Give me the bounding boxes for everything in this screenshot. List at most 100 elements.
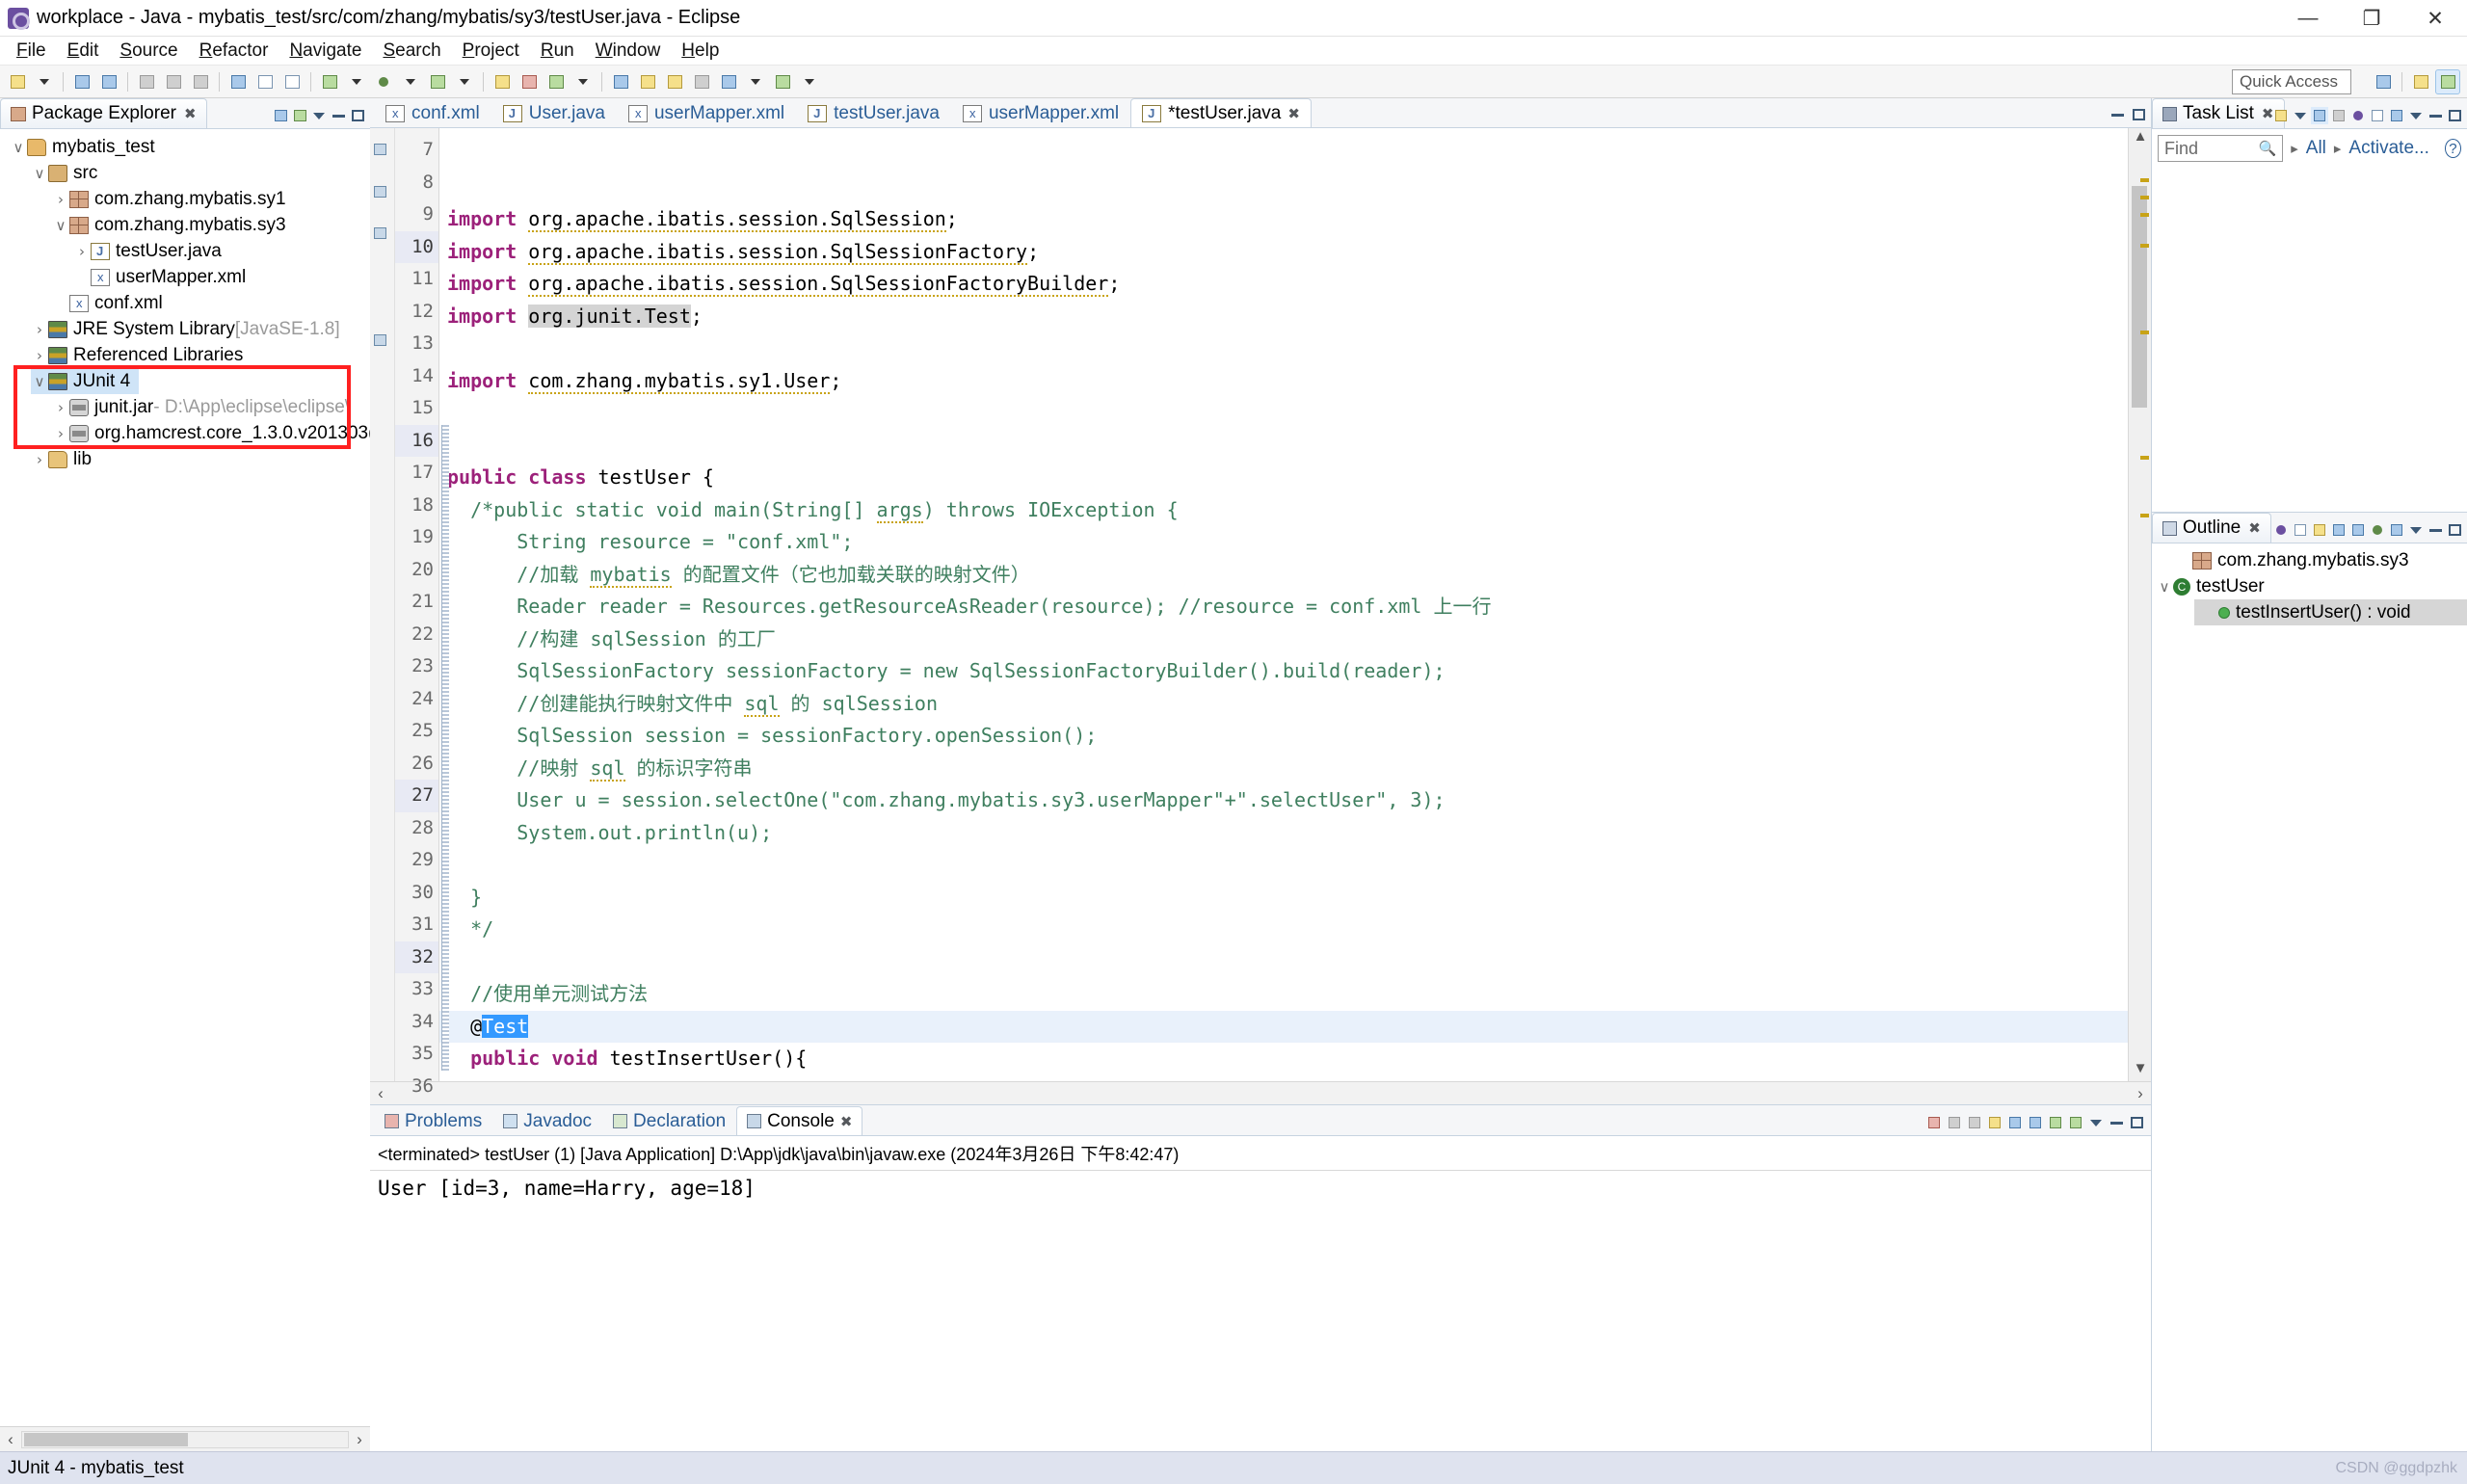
save-icon[interactable] xyxy=(69,69,94,94)
scroll-up-icon[interactable]: ▲ xyxy=(2129,128,2152,149)
next-annotation-icon[interactable] xyxy=(635,69,660,94)
tree-item[interactable]: ∨ src xyxy=(0,160,370,186)
package-explorer-hscrollbar[interactable]: ‹ › xyxy=(0,1426,370,1451)
last-edit-icon[interactable] xyxy=(689,69,714,94)
console-tab[interactable]: Javadoc xyxy=(492,1106,602,1135)
code-line[interactable]: String resource = "conf.xml"; xyxy=(439,526,2128,559)
quick-access-input[interactable]: Quick Access xyxy=(2232,69,2351,94)
code-line[interactable]: import org.apache.ibatis.session.SqlSess… xyxy=(439,203,2128,236)
minimize-button[interactable]: — xyxy=(2276,0,2340,37)
clear-console-icon[interactable] xyxy=(1986,1114,2003,1131)
maximize-editor-icon[interactable] xyxy=(2130,106,2147,123)
console-view-menu-icon[interactable] xyxy=(2087,1114,2105,1131)
hide-nonpublic-icon[interactable] xyxy=(2369,521,2386,539)
expand-arrow-icon[interactable]: › xyxy=(52,399,69,416)
view-menu-icon[interactable] xyxy=(310,107,328,124)
code-line[interactable] xyxy=(439,397,2128,430)
terminate-icon[interactable] xyxy=(1925,1114,1943,1131)
folding-ruler[interactable] xyxy=(439,128,451,1081)
forward-dropdown-icon[interactable] xyxy=(797,69,822,94)
close-icon[interactable]: ✖ xyxy=(840,1113,853,1130)
menu-item-file[interactable]: File xyxy=(6,39,57,64)
scroll-down-icon[interactable]: ▼ xyxy=(2129,1060,2152,1081)
tree-item[interactable]: › Referenced Libraries xyxy=(0,342,370,368)
outline-item[interactable]: testInsertUser() : void xyxy=(2194,599,2467,625)
tree-item[interactable]: ∨ mybatis_test xyxy=(0,134,370,160)
hscroll-thumb[interactable] xyxy=(24,1432,188,1446)
vscroll-thumb[interactable] xyxy=(2132,186,2147,408)
tree-item[interactable]: › org.hamcrest.core_1.3.0.v201303( xyxy=(0,420,370,446)
toggle-mark-occurrences-icon[interactable] xyxy=(252,69,278,94)
code-line[interactable] xyxy=(439,430,2128,463)
tab-package-explorer[interactable]: Package Explorer ✖ xyxy=(0,98,207,128)
menu-item-navigate[interactable]: Navigate xyxy=(279,39,372,64)
paragraph-icon[interactable] xyxy=(279,69,305,94)
categorized-presentation-icon[interactable] xyxy=(2311,107,2328,124)
tree-item[interactable]: › testUser.java xyxy=(0,238,370,264)
expand-arrow-icon[interactable]: › xyxy=(31,321,48,338)
code-line[interactable]: //映射 sql 的标识字符串 xyxy=(439,753,2128,785)
collapse-arrow-icon[interactable]: ∨ xyxy=(2156,578,2173,596)
synchronize-changed-icon[interactable] xyxy=(2388,107,2405,124)
outline-view-menu-icon[interactable] xyxy=(2407,521,2425,539)
new-java-project-icon[interactable] xyxy=(490,69,515,94)
close-icon[interactable]: ✖ xyxy=(2248,519,2261,537)
perspective-java-icon[interactable] xyxy=(2435,69,2460,94)
pin-console-icon[interactable] xyxy=(2027,1114,2044,1131)
new-package-icon[interactable] xyxy=(517,69,542,94)
focus-on-workweek-icon[interactable] xyxy=(2349,107,2367,124)
build-icon[interactable] xyxy=(161,69,186,94)
editor-tab[interactable]: *testUser.java ✖ xyxy=(1130,98,1312,127)
editor-hscrollbar[interactable]: ‹ › xyxy=(370,1081,2151,1104)
collapse-all-outline-icon[interactable] xyxy=(2292,521,2309,539)
tree-item[interactable]: conf.xml xyxy=(0,290,370,316)
code-line[interactable]: System.out.println(u); xyxy=(439,817,2128,850)
annotation-ruler[interactable] xyxy=(370,128,395,1082)
outline-item[interactable]: ∨ CtestUser xyxy=(2152,573,2467,599)
console-output[interactable]: User [id=3, name=Harry, age=18] xyxy=(370,1171,2151,1451)
tree-item[interactable]: ∨ com.zhang.mybatis.sy3 xyxy=(0,212,370,238)
editor-vscrollbar[interactable]: ▲ ▼ xyxy=(2128,128,2152,1082)
code-line[interactable] xyxy=(439,1075,2128,1082)
editor-tab[interactable]: userMapper.xml xyxy=(617,98,796,127)
new-task-dropdown-icon[interactable] xyxy=(2292,107,2309,124)
code-line[interactable]: User u = session.selectOne("com.zhang.my… xyxy=(439,784,2128,817)
code-line[interactable]: public void testInsertUser(){ xyxy=(439,1043,2128,1075)
maximize-task-list-icon[interactable] xyxy=(2446,107,2463,124)
maximize-console-icon[interactable] xyxy=(2128,1114,2145,1131)
scroll-right-icon[interactable]: › xyxy=(349,1430,370,1449)
task-find-input[interactable]: Find 🔍 xyxy=(2158,135,2284,162)
code-line[interactable]: //创建能执行映射文件中 sql 的 sqlSession xyxy=(439,688,2128,721)
code-line[interactable]: } xyxy=(439,882,2128,914)
minimize-editor-icon[interactable] xyxy=(2109,106,2126,123)
code-line[interactable]: Reader reader = Resources.getResourceAsR… xyxy=(439,591,2128,623)
close-icon[interactable]: ✖ xyxy=(1287,105,1300,122)
collapse-arrow-icon[interactable]: ∨ xyxy=(31,373,48,390)
expand-arrow-icon[interactable]: › xyxy=(73,243,91,260)
hide-static-icon[interactable] xyxy=(2349,521,2367,539)
code-line[interactable]: import org.junit.Test; xyxy=(439,301,2128,333)
code-line[interactable]: import com.zhang.mybatis.sy1.User; xyxy=(439,365,2128,398)
code-line[interactable]: //使用单元测试方法 xyxy=(439,978,2128,1011)
menu-item-help[interactable]: Help xyxy=(671,39,729,64)
open-type-icon[interactable] xyxy=(225,69,251,94)
code-line[interactable] xyxy=(439,332,2128,365)
menu-item-edit[interactable]: Edit xyxy=(57,39,110,64)
collapse-arrow-icon[interactable]: ∨ xyxy=(10,139,27,156)
task-activate-link[interactable]: Activate... xyxy=(2348,138,2428,159)
scroll-lock-icon[interactable] xyxy=(2006,1114,2024,1131)
tree-item[interactable]: › JRE System Library [JavaSE-1.8] xyxy=(0,316,370,342)
forward-icon[interactable] xyxy=(770,69,795,94)
menu-item-source[interactable]: Source xyxy=(109,39,188,64)
code-line[interactable]: */ xyxy=(439,914,2128,946)
expand-arrow-icon[interactable]: › xyxy=(52,191,69,208)
package-explorer-tree[interactable]: ∨ mybatis_test ∨ src › com.zhang.mybatis.sy1 ∨… xyxy=(0,129,371,1426)
tree-item[interactable]: › com.zhang.mybatis.sy1 xyxy=(0,186,370,212)
code-line[interactable]: SqlSession session = sessionFactory.open… xyxy=(439,720,2128,753)
code-text-area[interactable]: import org.apache.ibatis.session.SqlSess… xyxy=(439,128,2128,1081)
new-icon[interactable] xyxy=(5,69,30,94)
scroll-right-icon[interactable]: › xyxy=(2130,1084,2151,1103)
collapse-all-icon[interactable] xyxy=(272,107,289,124)
minimize-console-icon[interactable] xyxy=(2108,1114,2125,1131)
code-line[interactable]: @Test xyxy=(439,1010,2128,1043)
